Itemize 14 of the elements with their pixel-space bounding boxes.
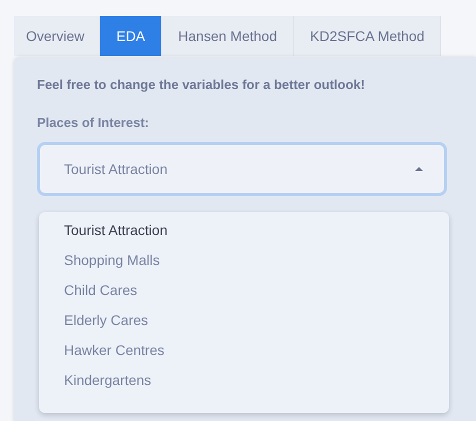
tab[interactable]: KD2SFCA Method	[294, 16, 442, 56]
dropdown-option[interactable]: Child Cares	[39, 282, 449, 312]
dropdown-option[interactable]: Kindergartens	[39, 372, 449, 402]
tab[interactable]: EDA	[100, 16, 162, 56]
caret-icon	[414, 166, 424, 172]
dropdown-option[interactable]: Shopping Malls	[39, 252, 449, 282]
dropdown-option[interactable]: Hawker Centres	[39, 342, 449, 372]
tab[interactable]: Overview	[14, 16, 100, 56]
dropdown-option[interactable]: Tourist Attraction	[39, 222, 449, 252]
field-label: Places of Interest:	[37, 115, 150, 130]
places-select[interactable]: Tourist Attraction	[37, 142, 447, 196]
intro-text: Feel free to change the variables for a better outlook!	[37, 77, 366, 92]
tab[interactable]: Hansen Method	[162, 16, 294, 56]
dropdown-option[interactable]: Elderly Cares	[39, 312, 449, 342]
